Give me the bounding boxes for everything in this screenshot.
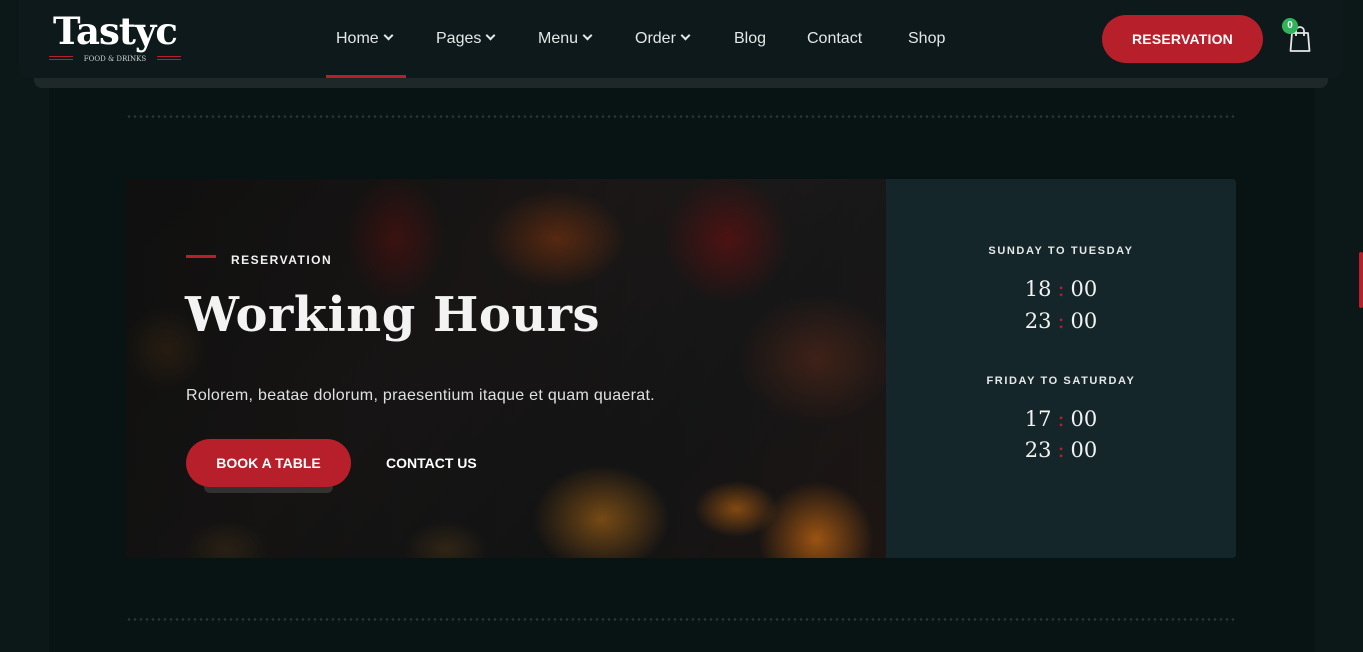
time-minute: 00 (1070, 277, 1098, 301)
chevron-down-icon (680, 30, 691, 41)
dotted-divider-bottom (126, 618, 1236, 621)
time-minute: 00 (1070, 407, 1098, 431)
opening-time: 18:00 (1024, 277, 1098, 301)
nav-item-menu[interactable]: Menu (538, 28, 593, 50)
eyebrow-accent-line (186, 255, 216, 258)
page-scrollbar-thumb[interactable] (1359, 252, 1363, 308)
nav-item-blog[interactable]: Blog (734, 28, 766, 50)
nav-item-shop[interactable]: Shop (908, 28, 945, 50)
chevron-down-icon (582, 30, 593, 41)
reservation-button[interactable]: RESERVATION (1102, 15, 1263, 63)
nav-item-home[interactable]: Home (336, 28, 394, 50)
nav-item-label: Shop (908, 30, 946, 47)
nav-item-label: Menu (538, 30, 579, 47)
opening-time: 17:00 (1024, 407, 1098, 431)
site-header: Tastyc FOOD & DRINKS Home Pages Menu Ord… (19, 0, 1343, 78)
time-hour: 17 (1024, 407, 1052, 431)
time-hour: 23 (1024, 438, 1052, 462)
logo-tagline: FOOD & DRINKS (83, 55, 147, 63)
book-a-table-button[interactable]: BOOK A TABLE (186, 439, 351, 487)
logo-rule-right (157, 56, 181, 60)
time-hour: 23 (1024, 309, 1052, 333)
time-minute: 00 (1070, 309, 1098, 333)
nav-item-contact[interactable]: Contact (807, 28, 862, 50)
logo-tagline-row: FOOD & DRINKS (49, 54, 181, 64)
closing-time: 23:00 (1024, 309, 1098, 333)
nav-item-order[interactable]: Order (635, 28, 691, 50)
chevron-down-icon (383, 30, 394, 41)
working-hours-hero: RESERVATION Working Hours Rolorem, beata… (126, 179, 886, 558)
logo[interactable]: Tastyc FOOD & DRINKS (49, 10, 181, 66)
hours-days-label: FRIDAY TO SATURDAY (986, 375, 1136, 387)
nav-item-pages[interactable]: Pages (436, 28, 496, 50)
nav-item-label: Home (336, 30, 379, 47)
logo-name: Tastyc (53, 9, 178, 53)
opening-hours-card: SUNDAY TO TUESDAY 18:00 23:00 FRIDAY TO … (886, 179, 1236, 558)
active-nav-indicator (326, 75, 406, 78)
time-hour: 18 (1024, 277, 1052, 301)
section-eyebrow: RESERVATION (231, 253, 333, 267)
contact-us-link[interactable]: CONTACT US (386, 439, 477, 487)
nav-item-label: Blog (734, 30, 767, 47)
section-description: Rolorem, beatae dolorum, praesentium ita… (186, 387, 655, 404)
logo-rule-left (49, 56, 73, 60)
hours-days-label: SUNDAY TO TUESDAY (988, 245, 1134, 257)
nav-item-label: Order (635, 30, 676, 47)
nav-item-label: Pages (436, 30, 482, 47)
time-minute: 00 (1070, 438, 1098, 462)
chevron-down-icon (485, 30, 496, 41)
hero-image-overlay (126, 179, 886, 558)
dotted-divider-top (126, 115, 1236, 118)
section-title: Working Hours (185, 287, 601, 343)
nav-item-label: Contact (807, 30, 863, 47)
cart-count-badge: 0 (1282, 18, 1298, 34)
closing-time: 23:00 (1024, 438, 1098, 462)
